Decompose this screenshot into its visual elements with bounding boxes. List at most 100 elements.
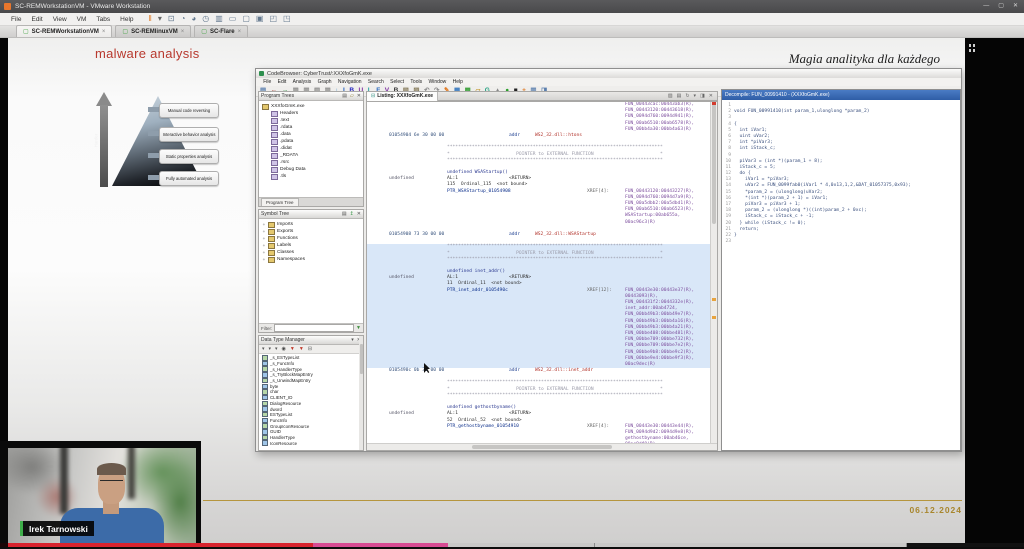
listing-toolbar-icon[interactable]: ▧ <box>668 93 673 99</box>
vmware-toolbar-icon[interactable]: ◰ <box>269 13 277 25</box>
close-button[interactable]: ✕ <box>1013 1 1018 12</box>
listing-toolbar-icon[interactable]: ↻ <box>685 93 689 99</box>
expand-icon[interactable]: + <box>262 243 266 248</box>
program-tree-tab[interactable]: Program Tree <box>261 198 299 206</box>
vmware-toolbar-icon[interactable]: ▣ <box>256 13 264 25</box>
vmware-toolbar-icon[interactable]: ⊡ <box>168 13 175 25</box>
symbol-category[interactable]: + Functions <box>262 235 363 242</box>
vmware-toolbar-icon[interactable]: ▢ <box>242 13 250 25</box>
panel-list-icon[interactable]: ▤ <box>342 93 347 99</box>
ghidra-menu-item[interactable]: Navigation <box>335 79 365 85</box>
expand-icon[interactable]: + <box>262 222 266 227</box>
listing-tab[interactable]: ⊟ Listing: XXXfoGmK.exe <box>367 92 438 101</box>
dtm-toolbar-icon[interactable]: ▼ <box>299 346 304 352</box>
dtm-toolbar-icon[interactable]: ◉ <box>282 346 286 352</box>
ghidra-menu-item[interactable]: Analysis <box>289 79 314 85</box>
maximize-button[interactable]: ▢ <box>998 1 1004 12</box>
scroll-thumb[interactable] <box>472 445 612 449</box>
ghidra-codebrowser-window[interactable]: CodeBrowser: CyberTrust/:XXXfoGmK.exe Fi… <box>255 68 962 452</box>
listing-toolbar-icon[interactable]: ▤ <box>677 93 682 99</box>
dtm-toolbar-icon[interactable]: ⊟ <box>308 346 312 352</box>
filter-funnel-icon[interactable]: ▼ <box>356 325 361 331</box>
panel-list-icon[interactable]: ▤ <box>342 211 347 217</box>
minimize-button[interactable]: — <box>983 1 989 12</box>
vm-tab[interactable]: ▢ SC-REMWorkstationVM × <box>16 25 112 37</box>
dtm-toolbar-icon[interactable]: ▾ <box>269 346 272 352</box>
expand-icon[interactable]: + <box>262 236 266 241</box>
vmware-toolbar-icon[interactable]: ▾ <box>158 13 162 25</box>
vmware-toolbar-icon[interactable]: ▭ <box>229 13 237 25</box>
menu-item[interactable]: File <box>6 16 26 23</box>
ghidra-menu-item[interactable]: Select <box>387 79 407 85</box>
ghidra-menu-item[interactable]: Tools <box>407 79 425 85</box>
symbol-category[interactable]: + Exports <box>262 228 363 235</box>
menu-item[interactable]: Edit <box>26 16 47 23</box>
tree-node[interactable]: .tls <box>271 173 363 180</box>
tree-node[interactable]: .rsrc <box>271 159 363 166</box>
listing-toolbar-icon[interactable]: ◨ <box>700 93 705 99</box>
dtm-header[interactable]: Data Type Manager ▾ ✕ <box>259 336 363 345</box>
tree-node[interactable]: Headers <box>271 110 363 117</box>
tree-node[interactable]: _RDATA <box>271 152 363 159</box>
scroll-thumb[interactable] <box>712 104 716 224</box>
ghidra-menu-item[interactable]: Graph <box>314 79 334 85</box>
expand-icon[interactable]: + <box>262 257 266 262</box>
menu-item[interactable]: Help <box>115 16 138 23</box>
dtm-scrollbar[interactable] <box>359 336 363 450</box>
expand-icon[interactable]: + <box>262 229 266 234</box>
ghidra-menu-item[interactable]: Window <box>425 79 449 85</box>
vmware-toolbar-icon[interactable]: ◷ <box>202 13 209 25</box>
scroll-thumb[interactable] <box>360 344 363 374</box>
decompiler-header[interactable]: Decompile: FUN_00991410 - (XXXfoGmK.exe) <box>722 90 960 100</box>
vmware-toolbar-icon[interactable]: ◕ <box>191 13 196 25</box>
filter-input[interactable] <box>274 324 354 332</box>
symbol-category[interactable]: + Labels <box>262 242 363 249</box>
vm-tab-close-icon[interactable]: × <box>238 29 242 35</box>
tree-node[interactable]: .pdata <box>271 138 363 145</box>
vmware-toolbar-icon[interactable]: ▥ <box>215 13 223 25</box>
vm-tab[interactable]: ▢ SC-REMlinuxVM × <box>115 25 191 37</box>
listing-view[interactable]: FUN_00443cac:00443ab3(R), FUN_00443120:0… <box>366 101 718 451</box>
tree-node[interactable]: Debug Data <box>271 166 363 173</box>
listing-toolbar-icon[interactable]: ✕ <box>709 93 713 99</box>
tree-node[interactable]: .rdata <box>271 124 363 131</box>
tree-node[interactable]: .didat <box>271 145 363 152</box>
symbol-tree-header[interactable]: Symbol Tree ▤ ↥ ✕ <box>259 210 363 219</box>
symbol-category[interactable]: + Imports <box>262 221 363 228</box>
close-panel-icon[interactable]: ✕ <box>357 93 361 99</box>
ghidra-menu-item[interactable]: Edit <box>274 79 289 85</box>
tree-root[interactable]: XXXfoGmK.exe <box>262 103 363 110</box>
vmware-toolbar-icon[interactable]: ◔ <box>181 13 186 25</box>
data-type-row[interactable]: IconResource <box>262 440 363 446</box>
ghidra-menu-item[interactable]: Search <box>365 79 387 85</box>
expand-icon[interactable]: + <box>262 250 266 255</box>
menu-item[interactable]: VM <box>72 16 92 23</box>
dtm-toolbar-icon[interactable]: ▾ <box>262 346 265 352</box>
menu-item[interactable]: Tabs <box>91 16 115 23</box>
code-line[interactable]: 23 <box>722 239 960 245</box>
close-panel-icon[interactable]: ✕ <box>357 211 361 217</box>
tree-node[interactable]: .text <box>271 117 363 124</box>
vmware-toolbar-icon[interactable]: ◳ <box>283 13 291 25</box>
symbol-category[interactable]: + Namespaces <box>262 256 363 263</box>
ghidra-titlebar[interactable]: CodeBrowser: CyberTrust/:XXXfoGmK.exe <box>256 69 961 78</box>
vm-tab-close-icon[interactable]: × <box>102 29 106 35</box>
symbol-category[interactable]: + Classes <box>262 249 363 256</box>
listing-scrollbar[interactable] <box>710 102 717 450</box>
program-trees-header[interactable]: Program Trees ▤ ▱ ✕ <box>259 92 363 101</box>
ghidra-menu-item[interactable]: Help <box>449 79 466 85</box>
menu-item[interactable]: View <box>48 16 72 23</box>
vmware-toolbar-icon[interactable]: ‖ <box>149 13 152 25</box>
folder-icon[interactable]: ▱ <box>350 93 354 99</box>
listing-toolbar-icon[interactable]: ▾ <box>694 93 697 99</box>
vm-tab-close-icon[interactable]: × <box>181 29 185 35</box>
vmware-titlebar[interactable]: SC-REMWorkstationVM - VMware Workstation… <box>0 0 1024 13</box>
tree-node[interactable]: .data <box>271 131 363 138</box>
vm-tab[interactable]: ▢ SC-Flare × <box>194 25 248 37</box>
ghidra-menu-item[interactable]: File <box>260 79 274 85</box>
listing-hscrollbar[interactable] <box>367 443 717 450</box>
dtm-toolbar-icon[interactable]: ▾ <box>275 346 278 352</box>
up-icon[interactable]: ↥ <box>350 211 354 217</box>
dropdown-icon[interactable]: ▾ <box>351 337 354 343</box>
dtm-toolbar-icon[interactable]: ▼ <box>290 346 295 352</box>
